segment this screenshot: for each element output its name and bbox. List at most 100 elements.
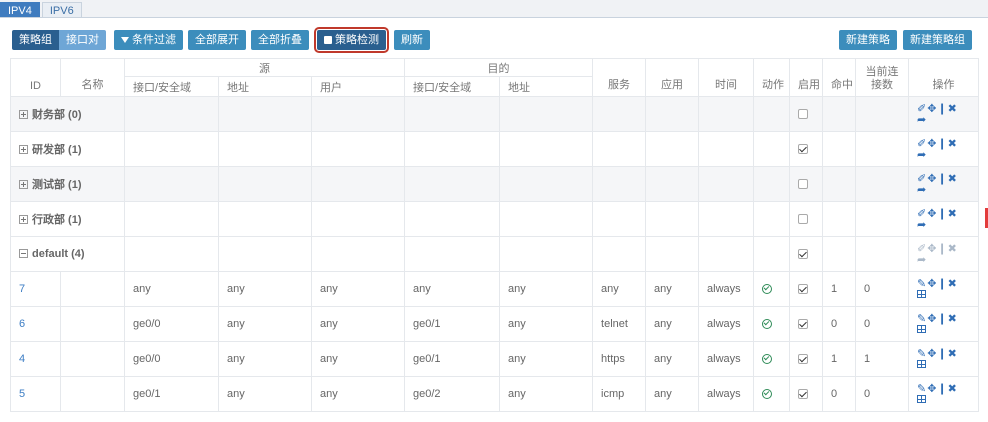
group-name[interactable]: 研发部 (1) [10, 131, 125, 167]
pin-icon[interactable]: ❙ [937, 278, 946, 290]
delete-icon[interactable]: ✖ [948, 348, 957, 360]
dst-iface: ge0/1 [404, 306, 501, 342]
refresh-button[interactable]: 刷新 [394, 30, 430, 50]
group-row[interactable]: 财务部 (0) ✐✥❙✖ ➦ [10, 96, 980, 132]
forward-icon[interactable]: ➦ [917, 114, 926, 126]
enabled-checkbox[interactable] [798, 319, 809, 330]
move-icon[interactable]: ✥ [927, 348, 936, 360]
group-label: 测试部 (1) [32, 179, 82, 191]
delete-icon[interactable]: ✖ [948, 278, 957, 290]
table-row[interactable]: 5 ge0/1 any any ge0/2 any icmp any always 0 0 ✎✥❙✖ [10, 376, 980, 412]
hits: 1 [822, 271, 857, 307]
enabled-checkbox[interactable] [798, 389, 809, 400]
forward-icon[interactable]: ➦ [917, 219, 926, 231]
new-policy-group-button[interactable]: 新建策略组 [903, 30, 972, 50]
grid-icon[interactable] [917, 325, 927, 333]
src-addr: any [218, 271, 312, 307]
enabled-checkbox[interactable] [798, 144, 809, 155]
pin-icon[interactable]: ❙ [937, 173, 946, 185]
collapse-all-button[interactable]: 全部折叠 [251, 30, 309, 50]
delete-icon[interactable]: ✖ [948, 243, 957, 255]
move-icon[interactable]: ✥ [927, 278, 936, 290]
hits: 0 [822, 376, 857, 412]
grid-icon[interactable] [917, 360, 927, 368]
forward-icon[interactable]: ➦ [917, 184, 926, 196]
move-icon[interactable]: ✥ [927, 383, 936, 395]
edit-icon[interactable]: ✎ [917, 278, 926, 290]
permit-icon [762, 319, 773, 330]
enabled-checkbox[interactable] [798, 109, 809, 120]
group-name[interactable]: 测试部 (1) [10, 166, 125, 202]
delete-icon[interactable]: ✖ [948, 103, 957, 115]
expand-icon[interactable] [19, 110, 28, 119]
connections: 0 [855, 271, 910, 307]
group-row[interactable]: 行政部 (1) ✐✥❙✖ ➦ [10, 201, 980, 237]
delete-icon[interactable]: ✖ [948, 383, 957, 395]
enabled-checkbox[interactable] [798, 354, 809, 365]
expand-all-button[interactable]: 全部展开 [188, 30, 246, 50]
tab-ipv4[interactable]: IPV4 [0, 2, 40, 18]
hits: 0 [822, 306, 857, 342]
pin-icon[interactable]: ❙ [937, 383, 946, 395]
detect-label: 策略检测 [335, 34, 379, 46]
group-row[interactable]: default (4) ✐✥❙✖ ➦ [10, 236, 980, 272]
pin-icon[interactable]: ❙ [937, 348, 946, 360]
move-icon[interactable]: ✥ [927, 173, 936, 185]
group-row[interactable]: 研发部 (1) ✐✥❙✖ ➦ [10, 131, 980, 167]
view-by-group-button[interactable]: 策略组 [12, 30, 59, 50]
expand-icon[interactable] [19, 145, 28, 154]
policy-detect-button[interactable]: 策略检测 [314, 27, 389, 53]
group-name[interactable]: 财务部 (0) [10, 96, 125, 132]
forward-icon[interactable]: ➦ [917, 149, 926, 161]
col-id: ID [10, 58, 61, 97]
move-icon[interactable]: ✥ [927, 243, 936, 255]
table-row[interactable]: 7 any any any any any any any always 1 0 ✎✥❙✖ [10, 271, 980, 307]
col-app: 应用 [645, 58, 700, 97]
delete-icon[interactable]: ✖ [948, 208, 957, 220]
enabled-checkbox[interactable] [798, 214, 809, 225]
table-row[interactable]: 6 ge0/0 any any ge0/1 any telnet any always 0 0 ✎✥❙… [10, 306, 980, 342]
delete-icon[interactable]: ✖ [948, 173, 957, 185]
pin-icon[interactable]: ❙ [937, 243, 946, 255]
edit-icon[interactable]: ✎ [917, 313, 926, 325]
collapse-icon[interactable] [19, 249, 28, 258]
policy-id-link[interactable]: 6 [10, 306, 61, 342]
new-policy-button[interactable]: 新建策略 [839, 30, 897, 50]
group-name[interactable]: default (4) [10, 236, 125, 272]
pin-icon[interactable]: ❙ [937, 313, 946, 325]
delete-icon[interactable]: ✖ [948, 313, 957, 325]
move-icon[interactable]: ✥ [927, 313, 936, 325]
pin-icon[interactable]: ❙ [937, 103, 946, 115]
group-enabled [789, 96, 824, 132]
group-name[interactable]: 行政部 (1) [10, 201, 125, 237]
src-user: any [310, 271, 406, 307]
edit-icon[interactable]: ✎ [917, 348, 926, 360]
move-icon[interactable]: ✥ [927, 103, 936, 115]
pin-icon[interactable]: ❙ [937, 138, 946, 150]
expand-icon[interactable] [19, 215, 28, 224]
table-row[interactable]: 4 ge0/0 any any ge0/1 any https any always 1 1 ✎✥❙✖ [10, 341, 980, 377]
grid-icon[interactable] [917, 290, 927, 298]
policy-name [60, 341, 125, 377]
delete-icon[interactable]: ✖ [948, 138, 957, 150]
move-icon[interactable]: ✥ [927, 138, 936, 150]
group-row[interactable]: 测试部 (1) ✐✥❙✖ ➦ [10, 166, 980, 202]
forward-icon[interactable]: ➦ [917, 254, 926, 266]
enabled-checkbox[interactable] [798, 179, 809, 190]
group-enabled [789, 201, 824, 237]
view-by-interface-button[interactable]: 接口对 [59, 30, 106, 50]
policy-id-link[interactable]: 7 [10, 271, 61, 307]
enabled-checkbox[interactable] [798, 284, 809, 295]
tab-ipv6[interactable]: IPV6 [41, 2, 82, 18]
filter-button[interactable]: 条件过滤 [114, 30, 183, 50]
pin-icon[interactable]: ❙ [937, 208, 946, 220]
grid-icon[interactable] [917, 395, 927, 403]
policy-id-link[interactable]: 4 [10, 341, 61, 377]
expand-icon[interactable] [19, 180, 28, 189]
policy-id-link[interactable]: 5 [10, 376, 61, 412]
action [753, 376, 791, 412]
edit-icon[interactable]: ✎ [917, 383, 926, 395]
move-icon[interactable]: ✥ [927, 208, 936, 220]
group-enabled [789, 131, 824, 167]
enabled-checkbox[interactable] [798, 249, 809, 260]
